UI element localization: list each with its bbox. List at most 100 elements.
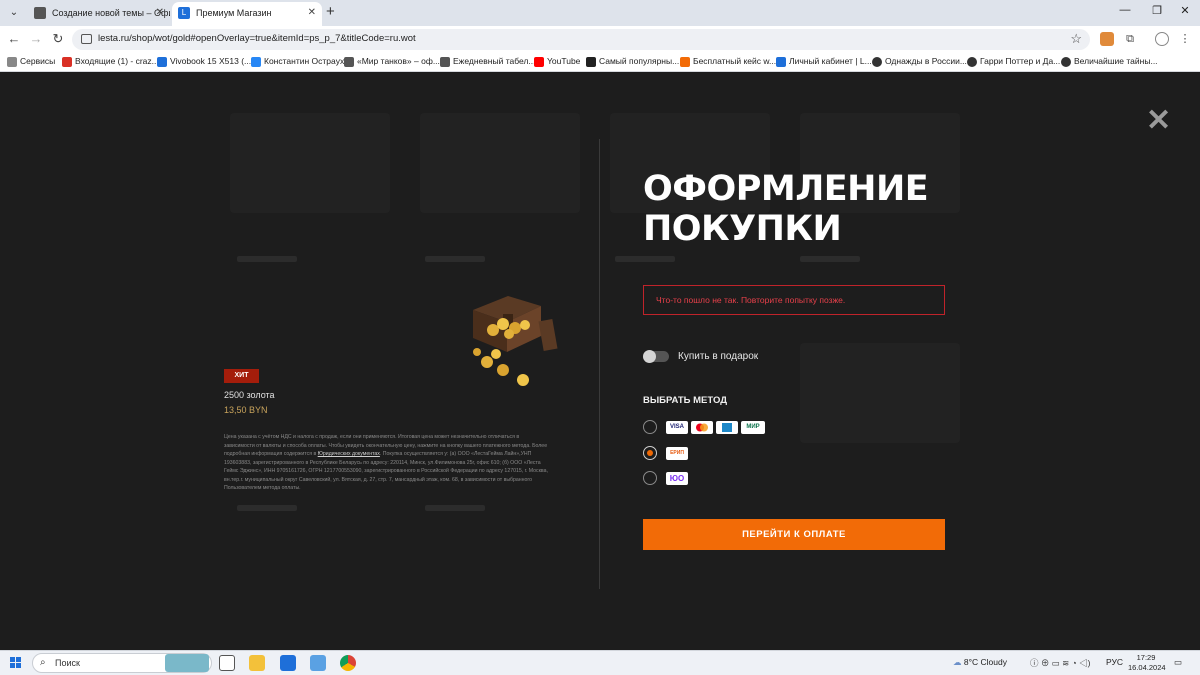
bookmark-star-icon[interactable]: ☆: [1070, 31, 1082, 47]
hit-badge: ХИТ: [224, 369, 259, 383]
bookmark-popular[interactable]: Самый популярны...: [586, 56, 679, 67]
profile-icon[interactable]: [1155, 32, 1169, 46]
legal-disclaimer: Цена указана с учётом НДС и налога с про…: [224, 433, 549, 493]
address-bar[interactable]: lesta.ru/shop/wot/gold#openOverlay=true&…: [72, 29, 1090, 50]
clock-time: 17:29: [1136, 653, 1156, 662]
bookmark-youtube[interactable]: YouTube: [534, 56, 580, 67]
tray-icons[interactable]: ⓘ ⊕ ▭ ≋ ◔ ◁): [1030, 657, 1090, 669]
avatar-icon: [967, 57, 977, 67]
heading-line: ОФОРМЛЕНИЕ: [643, 169, 929, 209]
menu-icon[interactable]: ⋮: [1178, 32, 1192, 46]
extension-icon[interactable]: [1100, 32, 1114, 46]
payment-method-cards-radio[interactable]: [643, 420, 657, 434]
vk-icon: [251, 57, 261, 67]
reload-icon[interactable]: ↻: [50, 31, 66, 47]
bookmark-gmail[interactable]: Входящие (1) - craz...: [62, 56, 159, 67]
search-highlight-icon[interactable]: [165, 654, 209, 672]
bookmark-mysteries[interactable]: Величайшие тайны...: [1061, 56, 1158, 67]
close-tab-icon[interactable]: ✕: [156, 2, 164, 24]
avatar-icon: [872, 57, 882, 67]
browser-toolbar: ← → ↻ lesta.ru/shop/wot/gold#openOverlay…: [0, 26, 1200, 53]
minimize-icon[interactable]: —: [1110, 4, 1140, 16]
bookmark-potter[interactable]: Гарри Поттер и Да...: [967, 56, 1060, 67]
windows-taskbar: ⌕ Поиск ☁ 8°C Cloudy ⓘ ⊕ ▭ ≋ ◔ ◁) РУС 17…: [0, 650, 1200, 675]
toggle-knob: [643, 350, 656, 363]
url-text: lesta.ru/shop/wot/gold#openOverlay=true&…: [98, 33, 416, 44]
avatar-icon: [1061, 57, 1071, 67]
mail-icon[interactable]: [280, 655, 296, 671]
close-tab-icon[interactable]: ✕: [308, 2, 316, 24]
tab-search-icon[interactable]: ⌄: [6, 5, 22, 21]
tab-title: Создание новой темы – Офиц: [52, 8, 170, 18]
w-icon: [680, 57, 690, 67]
legal-documents-link[interactable]: Юридических документах: [318, 451, 380, 457]
error-message: Что-то пошло не так. Повторите попытку п…: [643, 285, 945, 315]
back-icon[interactable]: ←: [6, 31, 22, 46]
checkout-heading: ОФОРМЛЕНИЕ ПОКУПКИ: [643, 169, 943, 249]
forward-icon[interactable]: →: [28, 31, 44, 46]
gift-label[interactable]: Купить в подарок: [678, 351, 758, 362]
sbp-logo: [716, 421, 738, 434]
lesta-icon: [776, 57, 786, 67]
asus-icon: [157, 57, 167, 67]
search-placeholder: Поиск: [55, 658, 80, 668]
new-tab-icon[interactable]: +: [326, 3, 335, 20]
tab-forum[interactable]: Создание новой темы – Офиц ✕: [28, 2, 170, 26]
bookmark-free-case[interactable]: Бесплатный кейс w...: [680, 56, 776, 67]
clock[interactable]: 17:29 16.04.2024: [1128, 653, 1166, 673]
payment-method-yoomoney-radio[interactable]: [643, 471, 657, 485]
bookmark-tanks[interactable]: «Мир танков» – оф...: [344, 56, 440, 67]
background-text: [615, 256, 675, 262]
payment-method-title: ВЫБРАТЬ МЕТОД: [643, 395, 727, 406]
mir-logo: МИР: [741, 421, 765, 434]
site-icon: [586, 57, 596, 67]
tank-favicon-icon: [34, 7, 46, 19]
file-explorer-icon[interactable]: [249, 655, 265, 671]
browser-tab-strip: ⌄ Создание новой темы – Офиц ✕ L Премиум…: [0, 0, 1200, 26]
site-info-icon[interactable]: [81, 34, 92, 44]
disclaimer-text: . Покупка осуществляется у: (а) ООО «Лес…: [224, 451, 548, 491]
erip-logo: ЕРИП: [666, 447, 688, 460]
background-card: [420, 113, 580, 213]
lesta-favicon-icon: L: [178, 7, 190, 19]
notifications-icon[interactable]: ▭: [1174, 657, 1182, 668]
bookmark-services[interactable]: Сервисы: [7, 56, 55, 67]
background-text: [237, 505, 297, 511]
store-icon[interactable]: [310, 655, 326, 671]
heading-line: ПОКУПКИ: [643, 209, 842, 249]
bookmark-cabinet[interactable]: Личный кабинет | L...: [776, 56, 872, 67]
youtube-icon: [534, 57, 544, 67]
sbp-icon: [722, 423, 732, 432]
close-overlay-icon[interactable]: ✕: [1146, 103, 1171, 138]
yoomoney-logo: ЮО: [666, 472, 688, 485]
clock-date: 16.04.2024: [1128, 663, 1166, 672]
weather-icon: ☁: [953, 657, 962, 667]
background-text: [237, 256, 297, 262]
background-card: [800, 343, 960, 443]
mastercard-icon: [696, 423, 708, 432]
tab-premium-shop[interactable]: L Премиум Магазин ✕: [172, 2, 322, 26]
weather-widget[interactable]: ☁ 8°C Cloudy: [953, 657, 1007, 668]
tab-title: Премиум Магазин: [196, 8, 272, 18]
bookmark-russia[interactable]: Однажды в России...: [872, 56, 967, 67]
window-close-icon[interactable]: ✕: [1170, 4, 1200, 17]
bookmarks-bar: Сервисы Входящие (1) - craz... Vivobook …: [0, 53, 1200, 72]
visa-logo: VISA: [666, 421, 688, 434]
tank-icon: [440, 57, 450, 67]
extensions-puzzle-icon[interactable]: ⧉: [1123, 32, 1137, 46]
chrome-icon[interactable]: [340, 655, 356, 671]
bookmark-vk[interactable]: Константин Острaух: [251, 56, 344, 67]
windows-start-icon[interactable]: [10, 657, 22, 669]
vertical-divider: [599, 139, 600, 589]
task-view-icon[interactable]: [219, 655, 235, 671]
bookmark-daily[interactable]: Ежедневный табел...: [440, 56, 536, 67]
restore-icon[interactable]: ❐: [1142, 4, 1172, 17]
tank-icon: [344, 57, 354, 67]
bookmark-vivobook[interactable]: Vivobook 15 X513 (...: [157, 56, 251, 67]
apps-grid-icon: [7, 57, 17, 67]
background-text: [425, 256, 485, 262]
payment-method-erip-radio[interactable]: [643, 446, 657, 460]
go-to-payment-button[interactable]: ПЕРЕЙТИ К ОПЛАТЕ: [643, 519, 945, 550]
gift-toggle[interactable]: [643, 350, 669, 363]
language-indicator[interactable]: РУС: [1106, 657, 1123, 667]
